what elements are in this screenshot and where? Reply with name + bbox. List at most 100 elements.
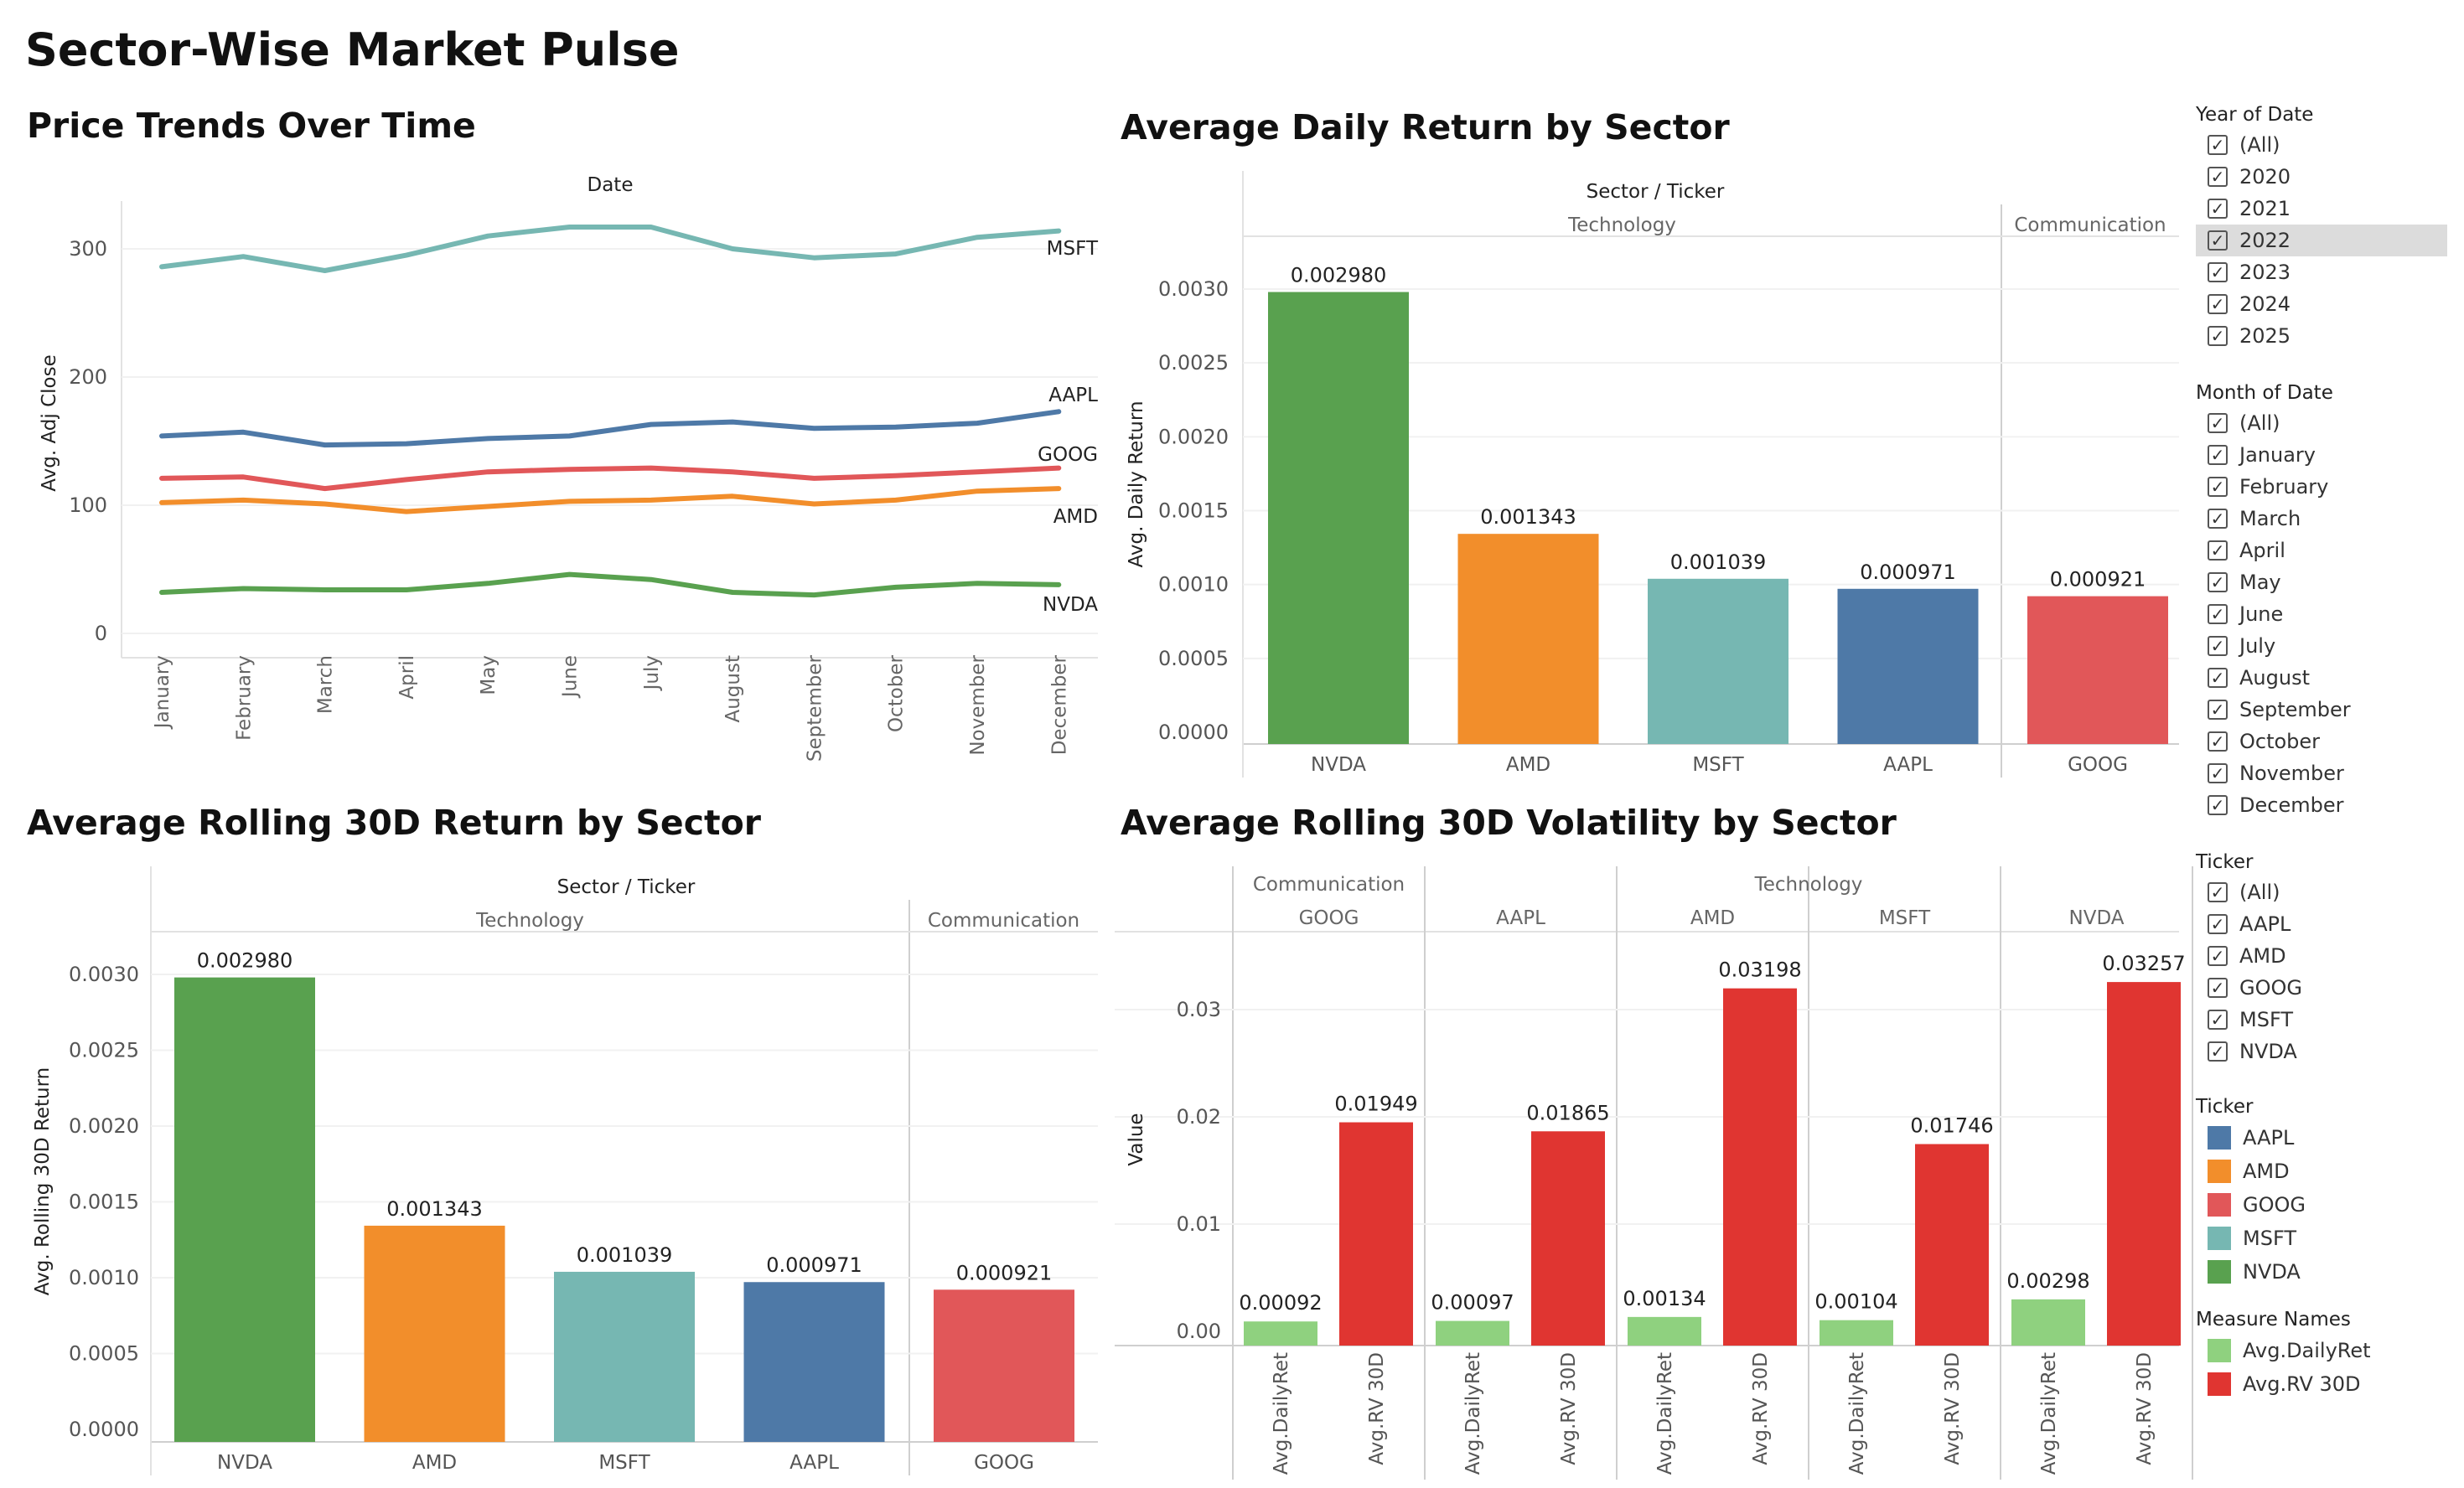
vol-data-label: 0.00298 <box>2006 1269 2089 1293</box>
vol-bar-aapl-dailyret <box>1436 1320 1509 1346</box>
vol-bar-amd-dailyret <box>1628 1316 1701 1346</box>
checkbox-checked-icon[interactable]: ✓ <box>2208 167 2228 187</box>
checkbox-checked-icon[interactable]: ✓ <box>2208 668 2228 688</box>
filter-option-label: 2020 <box>2239 165 2291 189</box>
filter-option-label: September <box>2239 698 2351 721</box>
checkbox-checked-icon[interactable]: ✓ <box>2208 477 2228 497</box>
checkbox-checked-icon[interactable]: ✓ <box>2208 262 2228 282</box>
filter-option-label: 2024 <box>2239 292 2291 316</box>
vol-bar-aapl-rv30d <box>1531 1131 1605 1346</box>
legend-item[interactable]: GOOG <box>2196 1188 2306 1222</box>
filter-option[interactable]: ✓ MSFT <box>2196 1004 2447 1036</box>
checkbox-checked-icon[interactable]: ✓ <box>2208 1010 2228 1030</box>
filter-option[interactable]: ✓ January <box>2196 439 2447 471</box>
vol-ticker-header-aapl: AAPL <box>1496 907 1545 929</box>
filter-option[interactable]: ✓ July <box>2196 630 2447 662</box>
vol-sector-header-communication: Communication <box>1253 874 1405 896</box>
legend-label: NVDA <box>2243 1260 2301 1284</box>
legend-item[interactable]: AMD <box>2196 1155 2306 1188</box>
checkbox-checked-icon[interactable]: ✓ <box>2208 604 2228 624</box>
legend-item[interactable]: NVDA <box>2196 1255 2306 1289</box>
filter-option[interactable]: ✓ June <box>2196 598 2447 630</box>
vol-data-label: 0.01865 <box>1526 1101 1609 1124</box>
filter-option[interactable]: ✓ AAPL <box>2196 908 2447 940</box>
filter-option-label: AMD <box>2239 944 2286 968</box>
ticker-filter: Ticker ✓ (All) ✓ AAPL ✓ AMD ✓ GOOG ✓ MSFT ✓ NVDA <box>2196 851 2447 1067</box>
checkbox-checked-icon[interactable]: ✓ <box>2208 636 2228 656</box>
filter-option[interactable]: ✓ May <box>2196 566 2447 598</box>
vol-bar-nvda-dailyret <box>2011 1299 2085 1346</box>
legend-swatch <box>2208 1372 2231 1396</box>
filter-option[interactable]: ✓ August <box>2196 662 2447 694</box>
filter-option[interactable]: ✓ 2023 <box>2196 256 2447 288</box>
vol-x-tick-label: Avg.DailyRet <box>1462 1352 1484 1475</box>
filter-option-label: (All) <box>2239 411 2280 435</box>
filter-option[interactable]: ✓ April <box>2196 535 2447 566</box>
filter-option-label: (All) <box>2239 881 2280 904</box>
month-filter-heading: Month of Date <box>2196 382 2333 404</box>
vol-x-tick-label: Avg.DailyRet <box>1846 1352 1868 1475</box>
checkbox-checked-icon[interactable]: ✓ <box>2208 326 2228 346</box>
legend-item[interactable]: Avg.DailyRet <box>2196 1334 2371 1367</box>
checkbox-checked-icon[interactable]: ✓ <box>2208 445 2228 465</box>
filter-option[interactable]: ✓ (All) <box>2196 876 2447 908</box>
filter-option[interactable]: ✓ (All) <box>2196 129 2447 161</box>
vol-data-label: 0.00092 <box>1239 1291 1322 1315</box>
checkbox-checked-icon[interactable]: ✓ <box>2208 946 2228 966</box>
vol-x-tick-label: Avg.DailyRet <box>2038 1352 2060 1475</box>
filter-option[interactable]: ✓ 2022 <box>2196 225 2447 256</box>
filter-option-label: October <box>2239 730 2321 753</box>
checkbox-checked-icon[interactable]: ✓ <box>2208 882 2228 902</box>
checkbox-checked-icon[interactable]: ✓ <box>2208 135 2228 155</box>
checkbox-checked-icon[interactable]: ✓ <box>2208 540 2228 561</box>
checkbox-checked-icon[interactable]: ✓ <box>2208 509 2228 529</box>
filter-option[interactable]: ✓ December <box>2196 789 2447 821</box>
vol-sector-header-technology: Technology <box>1754 874 1863 896</box>
legend-item[interactable]: MSFT <box>2196 1222 2306 1255</box>
checkbox-checked-icon[interactable]: ✓ <box>2208 230 2228 251</box>
legend-item[interactable]: Avg.RV 30D <box>2196 1367 2371 1401</box>
filter-option[interactable]: ✓ September <box>2196 694 2447 726</box>
checkbox-checked-icon[interactable]: ✓ <box>2208 572 2228 592</box>
vol-x-tick-label: Avg.RV 30D <box>1750 1352 1772 1465</box>
legend-item[interactable]: AAPL <box>2196 1121 2306 1155</box>
checkbox-checked-icon[interactable]: ✓ <box>2208 795 2228 815</box>
vol-ticker-header-nvda: NVDA <box>2069 907 2125 929</box>
checkbox-checked-icon[interactable]: ✓ <box>2208 700 2228 720</box>
filter-option[interactable]: ✓ 2024 <box>2196 288 2447 320</box>
checkbox-checked-icon[interactable]: ✓ <box>2208 413 2228 433</box>
filter-option[interactable]: ✓ NVDA <box>2196 1036 2447 1067</box>
filter-option[interactable]: ✓ (All) <box>2196 407 2447 439</box>
checkbox-checked-icon[interactable]: ✓ <box>2208 914 2228 934</box>
filter-option[interactable]: ✓ March <box>2196 503 2447 535</box>
checkbox-checked-icon[interactable]: ✓ <box>2208 294 2228 314</box>
vol-x-tick-label: Avg.RV 30D <box>1942 1352 1964 1465</box>
checkbox-checked-icon[interactable]: ✓ <box>2208 199 2228 219</box>
filter-option[interactable]: ✓ 2021 <box>2196 193 2447 225</box>
filter-option-label: March <box>2239 507 2301 530</box>
filter-option[interactable]: ✓ 2020 <box>2196 161 2447 193</box>
filter-option[interactable]: ✓ GOOG <box>2196 972 2447 1004</box>
legend-label: AAPL <box>2243 1126 2295 1150</box>
ticker-legend-heading: Ticker <box>2196 1096 2254 1118</box>
vol-bar-msft-dailyret <box>1820 1320 1893 1346</box>
vol-bar-goog-rv30d <box>1339 1122 1413 1346</box>
vol-bar-goog-dailyret <box>1244 1321 1317 1346</box>
vol-x-tick-label: Avg.RV 30D <box>2134 1352 2156 1465</box>
vol-data-label: 0.00104 <box>1814 1290 1897 1314</box>
filter-option-label: May <box>2239 571 2281 594</box>
filter-option[interactable]: ✓ 2025 <box>2196 320 2447 352</box>
vol-ticker-header-amd: AMD <box>1690 907 1735 929</box>
checkbox-checked-icon[interactable]: ✓ <box>2208 763 2228 783</box>
filter-option[interactable]: ✓ October <box>2196 726 2447 757</box>
ticker-filter-heading: Ticker <box>2196 851 2254 873</box>
filter-option-label: February <box>2239 475 2329 499</box>
vol-x-tick-label: Avg.RV 30D <box>1366 1352 1388 1465</box>
filter-option[interactable]: ✓ February <box>2196 471 2447 503</box>
filter-option[interactable]: ✓ AMD <box>2196 940 2447 972</box>
filter-option[interactable]: ✓ November <box>2196 757 2447 789</box>
checkbox-checked-icon[interactable]: ✓ <box>2208 978 2228 998</box>
measure-legend-heading: Measure Names <box>2196 1309 2351 1330</box>
checkbox-checked-icon[interactable]: ✓ <box>2208 731 2228 752</box>
checkbox-checked-icon[interactable]: ✓ <box>2208 1041 2228 1062</box>
